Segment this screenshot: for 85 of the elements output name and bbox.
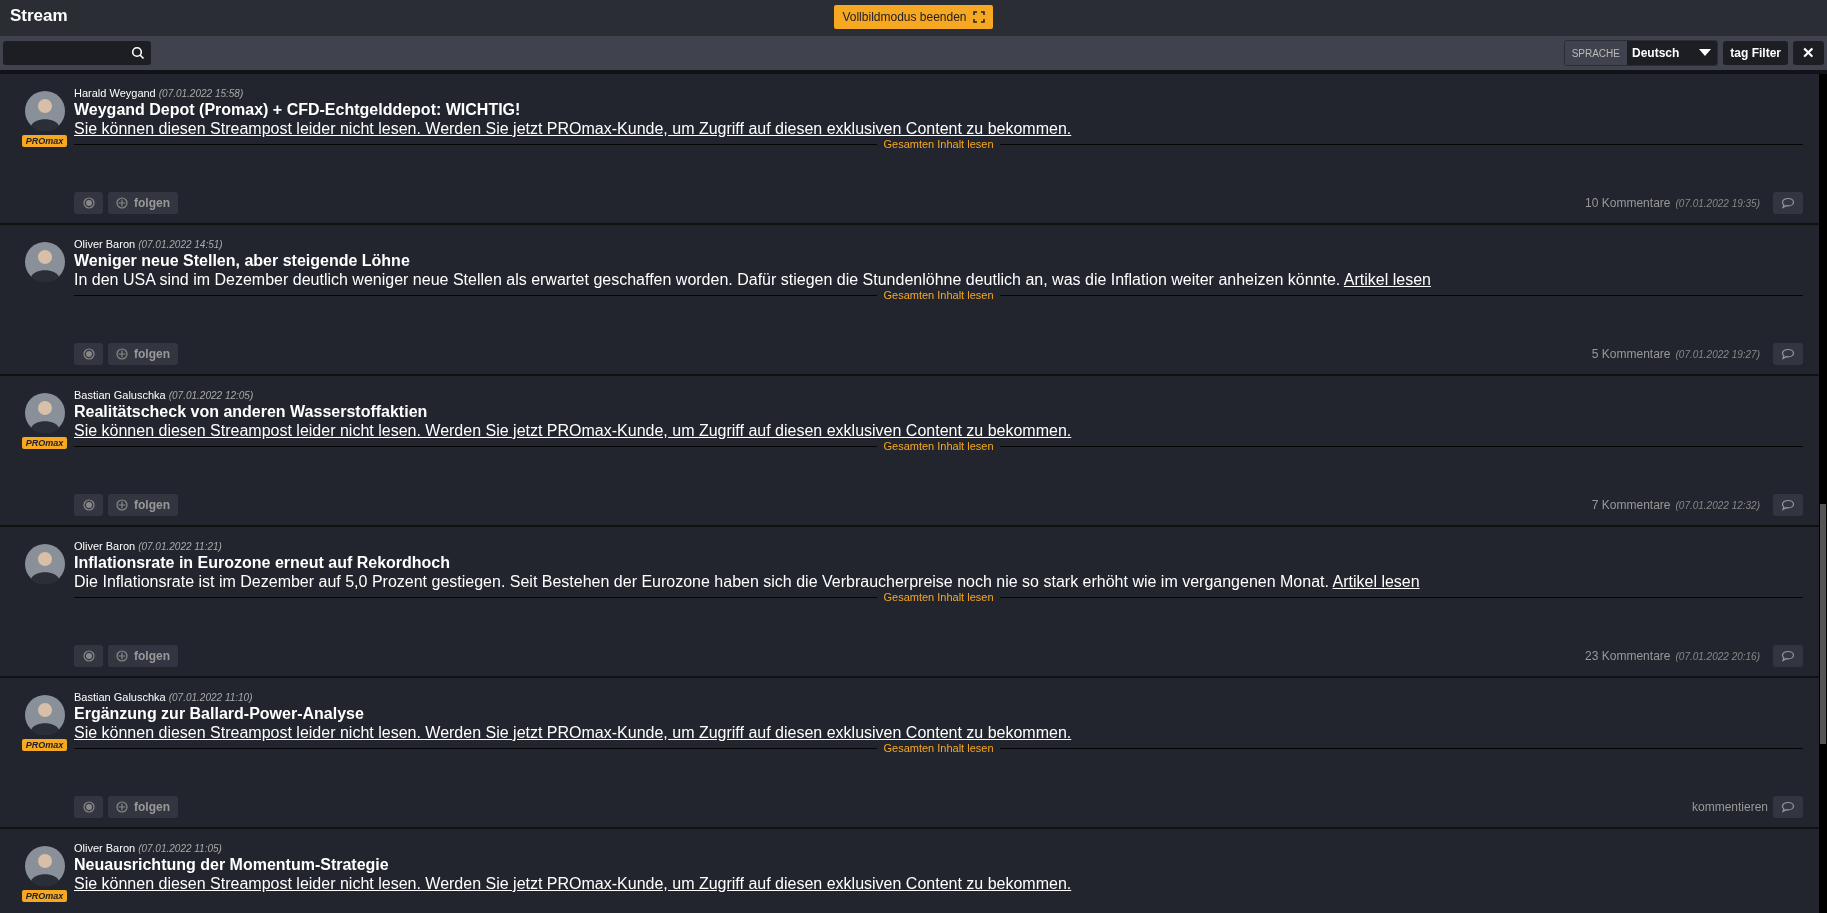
post-text: In den USA sind im Dezember deutlich weniger neue Stellen als erwartet geschaffen worden. Dafür stiegen die Stundenlöhne deutlich an, was die Inflation weiter anheizen könnte. <box>74 271 1341 288</box>
post-title[interactable]: Ergänzung zur Ballard-Power-Analyse <box>74 705 1803 723</box>
post-title[interactable]: Inflationsrate in Eurozone erneut auf Rekordhoch <box>74 554 1803 572</box>
speech-bubble-icon <box>1781 499 1795 511</box>
search-field[interactable] <box>3 41 151 65</box>
comment-date: (07.01.2022 19:35) <box>1675 197 1760 209</box>
paywall-link[interactable]: Sie können diesen Streampost leider nicht lesen. Werden Sie jetzt PROmax-Kunde, um Zugriff auf diesen exklusiven Content zu bekommen. <box>74 875 1072 893</box>
fullscreen-icon <box>972 11 985 23</box>
tag-filter-button[interactable]: tag Filter <box>1723 41 1788 65</box>
watch-button[interactable] <box>74 796 103 818</box>
membership-badge: PROmax <box>21 739 68 751</box>
plus-circle-icon <box>116 197 128 209</box>
author-name[interactable]: Oliver Baron <box>74 540 136 552</box>
comment-button[interactable] <box>1773 192 1803 214</box>
comments-count[interactable]: 23 Kommentare <box>1585 649 1671 663</box>
comment-button[interactable] <box>1773 645 1803 667</box>
follow-button[interactable]: folgen <box>108 494 178 516</box>
membership-badge: PROmax <box>21 437 68 449</box>
avatar <box>24 544 65 584</box>
author-name[interactable]: Bastian Galuschka <box>74 389 166 401</box>
watch-button[interactable] <box>74 343 103 365</box>
scrollbar[interactable] <box>1819 74 1827 913</box>
paywall-link[interactable]: Sie können diesen Streampost leider nicht lesen. Werden Sie jetzt PROmax-Kunde, um Zugriff auf diesen exklusiven Content zu bekommen. <box>74 724 1072 742</box>
avatar <box>24 242 65 282</box>
follow-button[interactable]: folgen <box>108 343 178 365</box>
radio-dot-icon <box>82 650 95 662</box>
post-title[interactable]: Neuausrichtung der Momentum-Strategie <box>74 856 1803 874</box>
post-title[interactable]: Realitätscheck von anderen Wasserstoffaktien <box>74 403 1803 421</box>
post-date: (07.01.2022 15:58) <box>158 88 244 99</box>
plus-circle-icon <box>116 348 128 360</box>
radio-dot-icon <box>82 801 95 813</box>
speech-bubble-icon <box>1781 348 1795 360</box>
watch-button[interactable] <box>74 494 103 516</box>
radio-dot-icon <box>82 197 95 209</box>
post-date: (07.01.2022 12:05) <box>168 390 254 401</box>
comments-count[interactable]: 7 Kommentare <box>1591 498 1671 512</box>
avatar <box>24 393 65 433</box>
comments-count[interactable]: 5 Kommentare <box>1591 347 1671 361</box>
speech-bubble-icon <box>1781 650 1795 662</box>
follow-button[interactable]: folgen <box>108 796 178 818</box>
post-date: (07.01.2022 11:21) <box>138 541 222 552</box>
follow-button[interactable]: folgen <box>108 192 178 214</box>
read-article-link[interactable]: Artikel lesen <box>1343 271 1431 288</box>
language-dropdown[interactable]: Deutsch <box>1627 41 1718 65</box>
plus-circle-icon <box>116 801 128 813</box>
comments-count[interactable]: kommentieren <box>1691 800 1768 814</box>
avatar <box>24 846 65 886</box>
watch-button[interactable] <box>74 192 103 214</box>
watch-button[interactable] <box>74 645 103 667</box>
membership-badge: PROmax <box>21 135 68 147</box>
page-title: Stream <box>10 6 68 26</box>
radio-dot-icon <box>82 499 95 511</box>
post-date: (07.01.2022 11:05) <box>138 843 222 854</box>
comment-date: (07.01.2022 19:27) <box>1675 348 1760 360</box>
post-date: (07.01.2022 14:51) <box>138 239 223 250</box>
membership-badge: PROmax <box>21 890 68 902</box>
paywall-link[interactable]: Sie können diesen Streampost leider nicht lesen. Werden Sie jetzt PROmax-Kunde, um Zugriff auf diesen exklusiven Content zu bekommen. <box>74 120 1072 138</box>
post-text: Die Inflationsrate ist im Dezember auf 5,0 Prozent gestiegen. Seit Bestehen der Eurozone haben sich die Verbraucherpreise noch nie so stark erhöht wie im vergangenen Monat. <box>74 573 1329 590</box>
comment-button[interactable] <box>1773 796 1803 818</box>
author-name[interactable]: Oliver Baron <box>74 238 136 250</box>
close-button[interactable]: ✕ <box>1793 41 1824 65</box>
comment-date: (07.01.2022 20:16) <box>1675 650 1760 662</box>
avatar <box>24 695 65 735</box>
comment-button[interactable] <box>1773 343 1803 365</box>
post-date: (07.01.2022 11:10) <box>168 692 253 703</box>
radio-dot-icon <box>82 348 95 360</box>
author-name[interactable]: Harald Weygand <box>74 87 156 99</box>
speech-bubble-icon <box>1781 197 1795 209</box>
author-name[interactable]: Oliver Baron <box>74 842 136 854</box>
comments-count[interactable]: 10 Kommentare <box>1585 196 1671 210</box>
plus-circle-icon <box>116 650 128 662</box>
post-title[interactable]: Weniger neue Stellen, aber steigende Löhne <box>74 252 1803 270</box>
avatar <box>24 91 65 131</box>
author-name[interactable]: Bastian Galuschka <box>74 691 166 703</box>
read-article-link[interactable]: Artikel lesen <box>1332 573 1420 590</box>
comment-date: (07.01.2022 12:32) <box>1675 499 1760 511</box>
plus-circle-icon <box>116 499 128 511</box>
follow-button[interactable]: folgen <box>108 645 178 667</box>
caret-icon <box>1699 49 1712 57</box>
exit-fullscreen-button[interactable]: Vollbildmodus beenden <box>834 5 993 29</box>
search-icon <box>131 46 145 60</box>
comment-button[interactable] <box>1773 494 1803 516</box>
paywall-link[interactable]: Sie können diesen Streampost leider nicht lesen. Werden Sie jetzt PROmax-Kunde, um Zugriff auf diesen exklusiven Content zu bekommen. <box>74 422 1072 440</box>
speech-bubble-icon <box>1781 801 1795 813</box>
post-title[interactable]: Weygand Depot (Promax) + CFD-Echtgelddepot: WICHTIG! <box>74 101 1803 119</box>
